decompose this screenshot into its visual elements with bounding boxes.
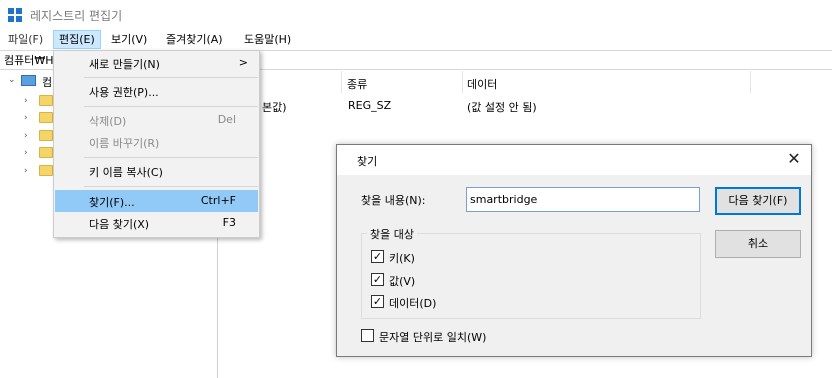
- folder-icon: [39, 147, 53, 158]
- menu-item-find-next[interactable]: 다음 찾기(X) F3: [55, 212, 258, 234]
- cell-name[interactable]: 본값): [262, 99, 287, 115]
- menu-help[interactable]: 도움말(H): [239, 30, 296, 49]
- option-label: 값(V): [389, 275, 416, 288]
- menu-item-copy-key-name[interactable]: 키 이름 복사(C): [55, 160, 258, 182]
- menu-item-shortcut: F3: [222, 216, 236, 229]
- column-type-header[interactable]: 종류: [347, 76, 367, 92]
- checkbox-data[interactable]: ✓: [371, 295, 384, 308]
- folder-icon: [39, 165, 53, 176]
- edit-menu-dropdown: 새로 만들기(N) > 사용 권한(P)... 삭제(D) Del 이름 바꾸기…: [53, 50, 260, 238]
- option-label: 데이터(D): [389, 297, 437, 310]
- menu-item-permissions[interactable]: 사용 권한(P)...: [55, 80, 258, 102]
- dialog-title: 찾기: [357, 155, 378, 168]
- column-divider[interactable]: [462, 71, 463, 93]
- menu-item-label: 삭제(D): [89, 115, 127, 128]
- find-dialog: 찾기 ✕ 찾을 내용(N): 다음 찾기(F) 취소 찾을 대상 ✓ 키(K) …: [336, 144, 812, 357]
- cell-data[interactable]: (값 설정 안 됨): [467, 99, 537, 115]
- menu-item-shortcut: Del: [217, 113, 236, 126]
- menu-item-label: 찾기(F)...: [89, 196, 135, 209]
- window-title: 레지스트리 편집기: [30, 9, 123, 23]
- look-at-title: 찾을 대상: [367, 226, 417, 242]
- checkbox-values[interactable]: ✓: [371, 273, 384, 286]
- chevron-right-icon[interactable]: ›: [24, 166, 28, 176]
- menu-item-find[interactable]: 찾기(F)... Ctrl+F: [55, 190, 258, 212]
- menu-bar: 파일(F) 편집(E) 보기(V) 즐겨찾기(A) 도움말(H): [0, 30, 832, 49]
- column-divider[interactable]: [341, 71, 342, 93]
- chevron-right-icon[interactable]: ›: [24, 131, 28, 141]
- menu-item-label: 새로 만들기(N): [89, 58, 160, 71]
- find-next-button[interactable]: 다음 찾기(F): [715, 187, 801, 215]
- menu-item-label: 이름 바꾸기(R): [89, 137, 160, 150]
- folder-icon: [39, 95, 53, 106]
- menu-item-delete[interactable]: 삭제(D) Del: [55, 109, 258, 131]
- submenu-arrow-icon: >: [238, 56, 248, 69]
- menu-separator: [84, 106, 258, 107]
- menu-separator: [84, 186, 258, 187]
- chevron-right-icon[interactable]: ›: [24, 96, 28, 106]
- tree-root-label[interactable]: 컴: [42, 74, 52, 90]
- title-bar: [0, 0, 832, 30]
- option-label: 키(K): [389, 252, 415, 265]
- option-label: 문자열 단위로 일치(W): [379, 331, 487, 344]
- folder-icon: [39, 130, 53, 141]
- menu-favorites[interactable]: 즐겨찾기(A): [161, 30, 228, 49]
- chevron-right-icon[interactable]: ›: [24, 113, 28, 123]
- address-path: 컴퓨터₩H: [4, 54, 54, 67]
- menu-item-rename[interactable]: 이름 바꾸기(R): [55, 131, 258, 153]
- chevron-down-icon[interactable]: ⌄: [8, 75, 16, 85]
- chevron-right-icon[interactable]: ›: [24, 148, 28, 158]
- checkbox-keys[interactable]: ✓: [371, 250, 384, 263]
- folder-icon: [39, 112, 53, 123]
- close-icon[interactable]: ✕: [785, 150, 803, 168]
- column-data-header[interactable]: 데이터: [467, 76, 497, 92]
- menu-item-label: 다음 찾기(X): [89, 218, 150, 231]
- computer-icon: [21, 75, 36, 86]
- menu-item-new[interactable]: 새로 만들기(N) >: [55, 52, 258, 74]
- column-divider[interactable]: [750, 71, 751, 93]
- list-header: 종류 데이터: [219, 71, 832, 93]
- checkbox-match-whole-string[interactable]: [361, 329, 374, 342]
- menu-item-label: 사용 권한(P)...: [89, 86, 159, 99]
- find-what-label: 찾을 내용(N):: [361, 194, 426, 207]
- menu-view[interactable]: 보기(V): [106, 30, 152, 49]
- menu-file[interactable]: 파일(F): [3, 30, 48, 49]
- menu-item-shortcut: Ctrl+F: [200, 194, 236, 207]
- menu-item-label: 키 이름 복사(C): [89, 166, 163, 179]
- cancel-button[interactable]: 취소: [715, 230, 801, 258]
- menu-edit[interactable]: 편집(E): [53, 30, 101, 49]
- find-what-input[interactable]: [466, 187, 700, 212]
- dialog-title-bar[interactable]: [337, 145, 811, 175]
- menu-separator: [84, 77, 258, 78]
- menu-separator: [84, 157, 258, 158]
- registry-editor-icon: [8, 8, 22, 22]
- cell-type[interactable]: REG_SZ: [348, 99, 391, 112]
